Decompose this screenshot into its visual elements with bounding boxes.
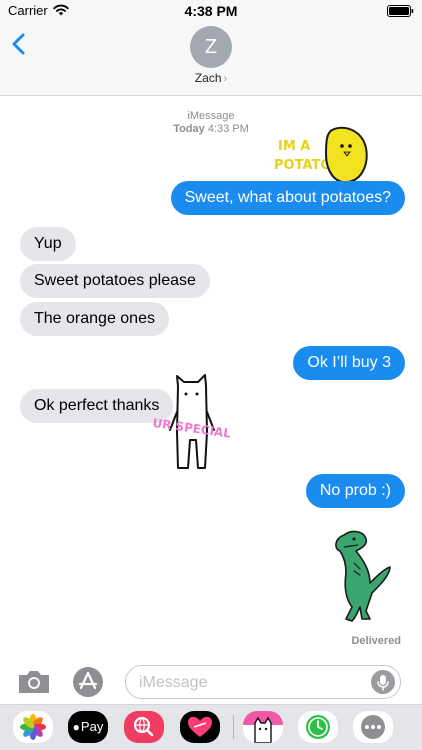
- message-bubble-incoming[interactable]: Yup: [20, 227, 76, 261]
- status-bar: Carrier 4:38 PM: [0, 0, 422, 22]
- timestamp-day: Today: [173, 123, 205, 135]
- delivered-status: Delivered: [351, 635, 401, 647]
- message-bubble-outgoing[interactable]: Sweet, what about potatoes?: [170, 181, 405, 215]
- potato-caption-line2: POTATO: [274, 158, 331, 173]
- app-drawer-divider: [233, 715, 234, 739]
- message-bubble-outgoing[interactable]: Ok I’ll buy 3: [293, 346, 405, 380]
- app-drawer: ●Pay: [0, 704, 422, 750]
- contact-avatar[interactable]: Z: [190, 26, 232, 68]
- clock-icon: [306, 715, 330, 739]
- app-store-icon[interactable]: [71, 666, 105, 698]
- photos-icon: [20, 714, 46, 740]
- potato-caption-line1: IM A: [278, 139, 310, 154]
- service-label: iMessage: [187, 110, 235, 122]
- message-bubble-outgoing[interactable]: No prob :): [305, 474, 405, 508]
- timestamp-time: 4:33 PM: [207, 123, 249, 135]
- cat-sticker[interactable]: UR SPECIAL: [150, 372, 240, 474]
- contact-name-row[interactable]: Zach ›: [0, 71, 422, 85]
- compose-bar: [0, 660, 422, 704]
- message-bubble-incoming[interactable]: The orange ones: [20, 302, 169, 336]
- more-apps-button[interactable]: [353, 711, 393, 743]
- apple-logo-icon: ●: [72, 720, 80, 734]
- dinosaur-sticker[interactable]: [330, 527, 398, 625]
- apple-pay-app-button[interactable]: ●Pay: [68, 711, 108, 743]
- message-bubble-incoming[interactable]: Sweet potatoes please: [20, 264, 210, 298]
- conversation-header: Z Zach ›: [0, 22, 422, 96]
- web-search-app-button[interactable]: [124, 711, 164, 743]
- heart-sticker-icon: [188, 716, 212, 737]
- message-input-field[interactable]: [125, 665, 401, 699]
- battery-icon: [387, 5, 414, 17]
- chevron-right-icon: ›: [223, 73, 228, 85]
- cat-sticker-icon: [243, 711, 283, 743]
- status-time: 4:38 PM: [184, 3, 238, 19]
- message-input[interactable]: [139, 673, 359, 693]
- more-icon: [361, 715, 385, 739]
- back-chevron-icon[interactable]: [10, 32, 28, 56]
- contact-name: Zach: [194, 71, 222, 85]
- camera-icon[interactable]: [17, 669, 51, 695]
- apple-pay-label: Pay: [80, 719, 104, 734]
- clock-app-button[interactable]: [298, 711, 338, 743]
- web-search-icon: [133, 716, 154, 737]
- microphone-icon[interactable]: [371, 670, 395, 694]
- cat-sticker-app-button[interactable]: [243, 711, 283, 743]
- heart-sticker-app-button[interactable]: [180, 711, 220, 743]
- photos-app-button[interactable]: [13, 711, 53, 743]
